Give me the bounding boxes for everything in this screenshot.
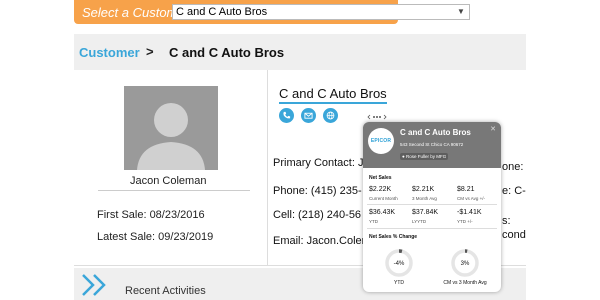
customer-title: C and C Auto Bros (279, 86, 387, 104)
metric-value: -$1.41K (457, 209, 482, 216)
top-bar: Select a Customer: C and C Auto Bros ▼ (0, 0, 600, 24)
name-divider (98, 190, 250, 191)
breadcrumb-customer-link[interactable]: Customer (79, 45, 140, 60)
breadcrumb-current: C and C Auto Bros (169, 45, 285, 60)
breadcrumb: Customer > C and C Auto Bros (74, 34, 526, 70)
metrics-divider (367, 228, 497, 229)
primary-contact: Primary Contact: J (273, 157, 364, 169)
metric-value: $8.21 (457, 186, 475, 193)
metric-label: YTD +/- (457, 219, 473, 224)
metric-label: CM vs Avg +/- (457, 196, 486, 201)
customer-summary-popup: ✕ EPICOR C and C Auto Bros 543 Second St… (363, 122, 501, 292)
person-silhouette-icon (137, 103, 205, 170)
popup-pager[interactable] (367, 113, 387, 121)
customer-select[interactable]: C and C Auto Bros ▼ (172, 4, 470, 20)
cm-vs-avg-donut: 3% (451, 249, 479, 277)
popup-customer-name: C and C Auto Bros (400, 128, 471, 137)
sales-rep-text: Rose Fuller by MFG (405, 154, 447, 159)
phone-icon (283, 111, 291, 119)
latest-sale: Latest Sale: 09/23/2019 (97, 231, 214, 243)
phone-number: Phone: (415) 235- (273, 185, 362, 197)
phone-button[interactable] (279, 108, 294, 123)
company-logo: EPICOR (368, 128, 394, 154)
avatar (124, 86, 218, 170)
email-address: Email: Jacon.Coler (273, 235, 366, 247)
double-chevron-right-icon (82, 274, 106, 296)
metric-label: YTD (369, 219, 378, 224)
chevron-down-icon: ▼ (457, 7, 465, 16)
ytd-donut: -4% (385, 249, 413, 277)
pager-dots-icon (367, 114, 387, 120)
email-button[interactable] (301, 108, 316, 123)
metric-value: $2.21K (412, 186, 435, 193)
popup-header: ✕ EPICOR C and C Auto Bros 543 Second St… (363, 122, 501, 168)
metric-label: Current Month (369, 196, 398, 201)
info-right-3: s: (502, 215, 511, 227)
first-sale: First Sale: 08/23/2016 (97, 209, 205, 221)
logo-text: EPICOR (370, 138, 392, 144)
cell-number: Cell: (218) 240-56 (273, 209, 362, 221)
net-sales-title: Net Sales (369, 175, 392, 181)
globe-icon (326, 111, 335, 120)
metric-value: $2.22K (369, 186, 392, 193)
info-right-4: cond (502, 229, 526, 241)
close-icon[interactable]: ✕ (490, 125, 496, 133)
column-divider (267, 70, 268, 265)
cm-vs-avg-donut-value: 3% (461, 261, 470, 267)
breadcrumb-separator: > (146, 44, 154, 59)
metrics-divider (367, 204, 497, 205)
customer-select-value: C and C Auto Bros (176, 6, 268, 18)
popup-sales-rep: ● Rose Fuller by MFG (400, 153, 449, 160)
customer-selector: Select a Customer: C and C Auto Bros ▼ (74, 0, 470, 24)
metric-value: $36.43K (369, 209, 396, 216)
ytd-donut-value: -4% (394, 261, 405, 267)
info-right-1: one: (502, 161, 524, 173)
popup-address: 543 Second St Chico CA 90672 (400, 142, 464, 147)
metric-value: $37.84K (412, 209, 439, 216)
website-button[interactable] (323, 108, 338, 123)
metric-label: LYYTD (412, 219, 427, 224)
cm-vs-avg-donut-label: CM vs 3 Month Avg (443, 280, 487, 286)
email-icon (304, 112, 313, 119)
ytd-donut-label: YTD (394, 280, 404, 286)
metric-label: 3 Month Avg (412, 196, 437, 201)
recent-activities-label: Recent Activities (125, 285, 206, 297)
net-sales-change-title: Net Sales % Change (369, 234, 418, 240)
info-right-2: e: C- (502, 185, 526, 197)
contact-name: Jacon Coleman (130, 175, 207, 187)
